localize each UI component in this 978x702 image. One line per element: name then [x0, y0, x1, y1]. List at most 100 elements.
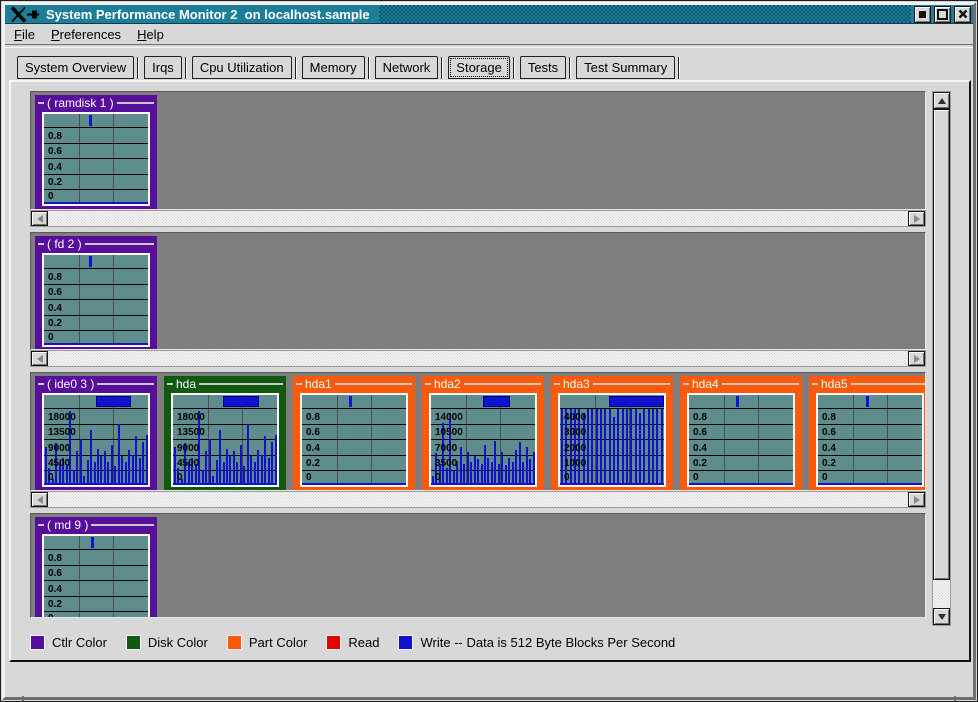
- y-axis-label: 0.4: [48, 303, 62, 314]
- tab-network[interactable]: Network: [375, 56, 439, 79]
- write-spike: [111, 445, 113, 485]
- frame-line: [464, 383, 541, 385]
- y-axis-label: 0.4: [306, 443, 320, 454]
- tab-test-summary[interactable]: Test Summary: [576, 56, 675, 79]
- menu-preferences[interactable]: Preferences: [46, 27, 126, 42]
- x11-logo-icon: [9, 6, 41, 23]
- storage-tab-panel: ( ramdisk 1 )0.80.60.40.20( fd 2 )0.80.6…: [9, 80, 971, 662]
- legend: Ctlr ColorDisk ColorPart ColorReadWrite …: [30, 631, 694, 653]
- plot-area: 0.80.60.40.20: [44, 114, 148, 204]
- vertical-scrollbar[interactable]: [932, 91, 951, 626]
- write-spike: [661, 409, 663, 485]
- menu-help[interactable]: Help: [132, 27, 169, 42]
- legend-swatch: [126, 635, 141, 650]
- activity-strip: [44, 114, 148, 128]
- scroll-left-button[interactable]: [31, 351, 48, 366]
- write-spike: [643, 409, 645, 485]
- tab-irqs[interactable]: Irqs: [144, 56, 182, 79]
- write-spike: [100, 456, 102, 485]
- titlebar[interactable]: System Performance Monitor 2 on localhos…: [5, 5, 973, 24]
- write-spike: [494, 441, 496, 485]
- scroll-up-button[interactable]: [933, 92, 950, 109]
- activity-strip: [44, 255, 148, 269]
- write-spike: [622, 409, 624, 485]
- chart-title: ( fd 2 ): [47, 237, 82, 251]
- horizontal-gridline: [44, 330, 148, 331]
- chart-title: ( ide0 3 ): [47, 377, 94, 391]
- chart-title-row: hda1: [293, 376, 415, 392]
- tab-system-overview[interactable]: System Overview: [17, 56, 134, 79]
- write-spike: [275, 435, 277, 485]
- plot-border: 0.80.60.40.20: [687, 393, 795, 487]
- plot-grid: 40003000200010000: [560, 409, 664, 485]
- close-button[interactable]: [954, 6, 971, 23]
- frame-line: [554, 383, 560, 385]
- maximize-button[interactable]: [934, 6, 951, 23]
- menu-file[interactable]: File: [9, 27, 40, 42]
- write-spike: [591, 409, 593, 485]
- y-axis-label: 4500: [48, 458, 70, 469]
- resize-corner-notch[interactable]: [22, 696, 24, 701]
- write-spike: [498, 464, 500, 485]
- y-axis-label: 0.4: [693, 443, 707, 454]
- horizontal-gridline: [173, 439, 277, 440]
- scroll-left-button[interactable]: [31, 492, 48, 507]
- write-spike: [484, 445, 486, 485]
- horizontal-gridline: [302, 455, 406, 456]
- frame-line: [97, 383, 154, 385]
- vertical-scrollbar-thumb[interactable]: [933, 109, 950, 580]
- scroll-left-button[interactable]: [31, 211, 48, 226]
- tab-divider: [441, 57, 443, 79]
- tab-memory[interactable]: Memory: [302, 56, 365, 79]
- y-axis-label: 0: [822, 472, 828, 483]
- write-spike: [226, 449, 228, 485]
- tab-tests[interactable]: Tests: [520, 56, 566, 79]
- minimize-button[interactable]: [914, 6, 931, 23]
- write-spike: [219, 430, 221, 485]
- tab-cpu-utilization[interactable]: Cpu Utilization: [192, 56, 292, 79]
- y-axis-label: 18000: [48, 412, 76, 423]
- tab-storage[interactable]: Storage: [448, 56, 510, 79]
- left-arrow-icon: [37, 496, 43, 504]
- scroll-right-button[interactable]: [908, 351, 925, 366]
- frame-line: [683, 383, 689, 385]
- scroll-right-button[interactable]: [908, 211, 925, 226]
- y-axis-label: 4000: [564, 412, 586, 423]
- chart-title-row: ( fd 2 ): [35, 236, 157, 252]
- write-spike: [604, 409, 606, 485]
- write-spike: [146, 435, 148, 485]
- write-spike: [94, 462, 96, 485]
- plot-grid: 0.80.60.40.20: [689, 409, 793, 485]
- horizontal-gridline: [689, 455, 793, 456]
- scroll-down-button[interactable]: [933, 608, 950, 625]
- right-arrow-icon: [914, 355, 920, 363]
- zero-baseline: [44, 202, 148, 204]
- write-spike: [247, 424, 249, 485]
- horizontal-scrollbar[interactable]: [30, 210, 926, 227]
- device-charts-area: ( ramdisk 1 )0.80.60.40.20( fd 2 )0.80.6…: [30, 91, 926, 618]
- horizontal-scrollbar[interactable]: [30, 350, 926, 367]
- activity-strip: [173, 395, 277, 409]
- y-axis-label: 14000: [435, 412, 463, 423]
- resize-corner-notch[interactable]: [954, 696, 956, 701]
- legend-item-part: Part Color: [227, 635, 308, 650]
- horizontal-gridline: [818, 455, 922, 456]
- write-spike: [515, 450, 517, 485]
- titlebar-stipple[interactable]: [379, 5, 911, 23]
- horizontal-gridline: [44, 174, 148, 175]
- write-spike: [470, 462, 472, 485]
- frame-line: [335, 383, 412, 385]
- tab-divider: [368, 57, 370, 79]
- close-icon: [958, 9, 968, 19]
- horizontal-scrollbar[interactable]: [30, 491, 926, 508]
- write-spike: [90, 430, 92, 485]
- y-axis-label: 0: [564, 472, 570, 483]
- chart-title-row: hda5: [809, 376, 926, 392]
- y-axis-label: 0.2: [48, 599, 62, 610]
- horizontal-gridline: [44, 596, 148, 597]
- write-indicator-tick: [866, 396, 869, 407]
- horizontal-gridline: [689, 470, 793, 471]
- horizontal-gridline: [44, 580, 148, 581]
- scroll-right-button[interactable]: [908, 492, 925, 507]
- write-indicator-tick: [736, 396, 739, 407]
